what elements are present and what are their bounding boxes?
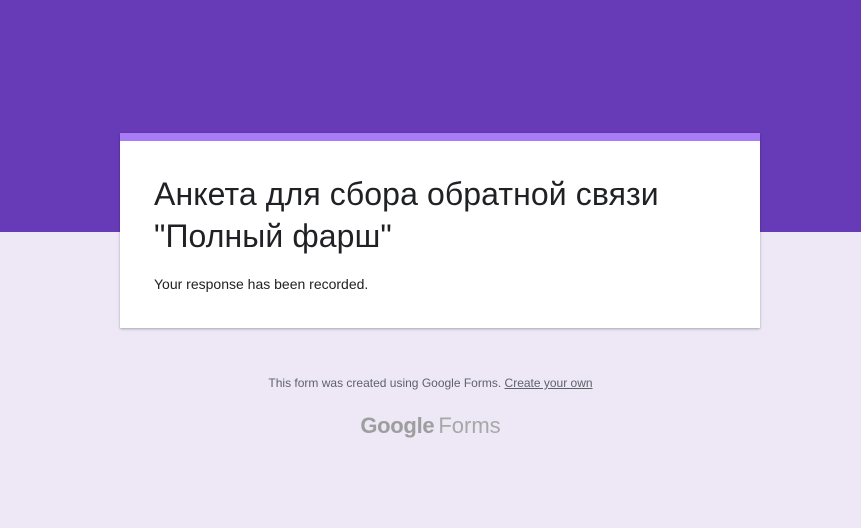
card-accent-bar — [120, 133, 760, 141]
footer-note-text: This form was created using Google Forms… — [268, 376, 502, 390]
brand-google-text: Google — [360, 413, 435, 438]
brand-forms-text: Forms — [438, 413, 501, 438]
footer-note: This form was created using Google Forms… — [0, 376, 861, 390]
response-card: Анкета для сбора обратной связи "Полный … — [120, 133, 760, 328]
form-title: Анкета для сбора обратной связи "Полный … — [154, 176, 659, 254]
create-your-own-link[interactable]: Create your own — [505, 376, 593, 390]
page: Анкета для сбора обратной связи "Полный … — [0, 0, 861, 528]
confirmation-message: Your response has been recorded. — [154, 276, 369, 292]
google-forms-logo[interactable]: Google Forms — [0, 412, 861, 440]
